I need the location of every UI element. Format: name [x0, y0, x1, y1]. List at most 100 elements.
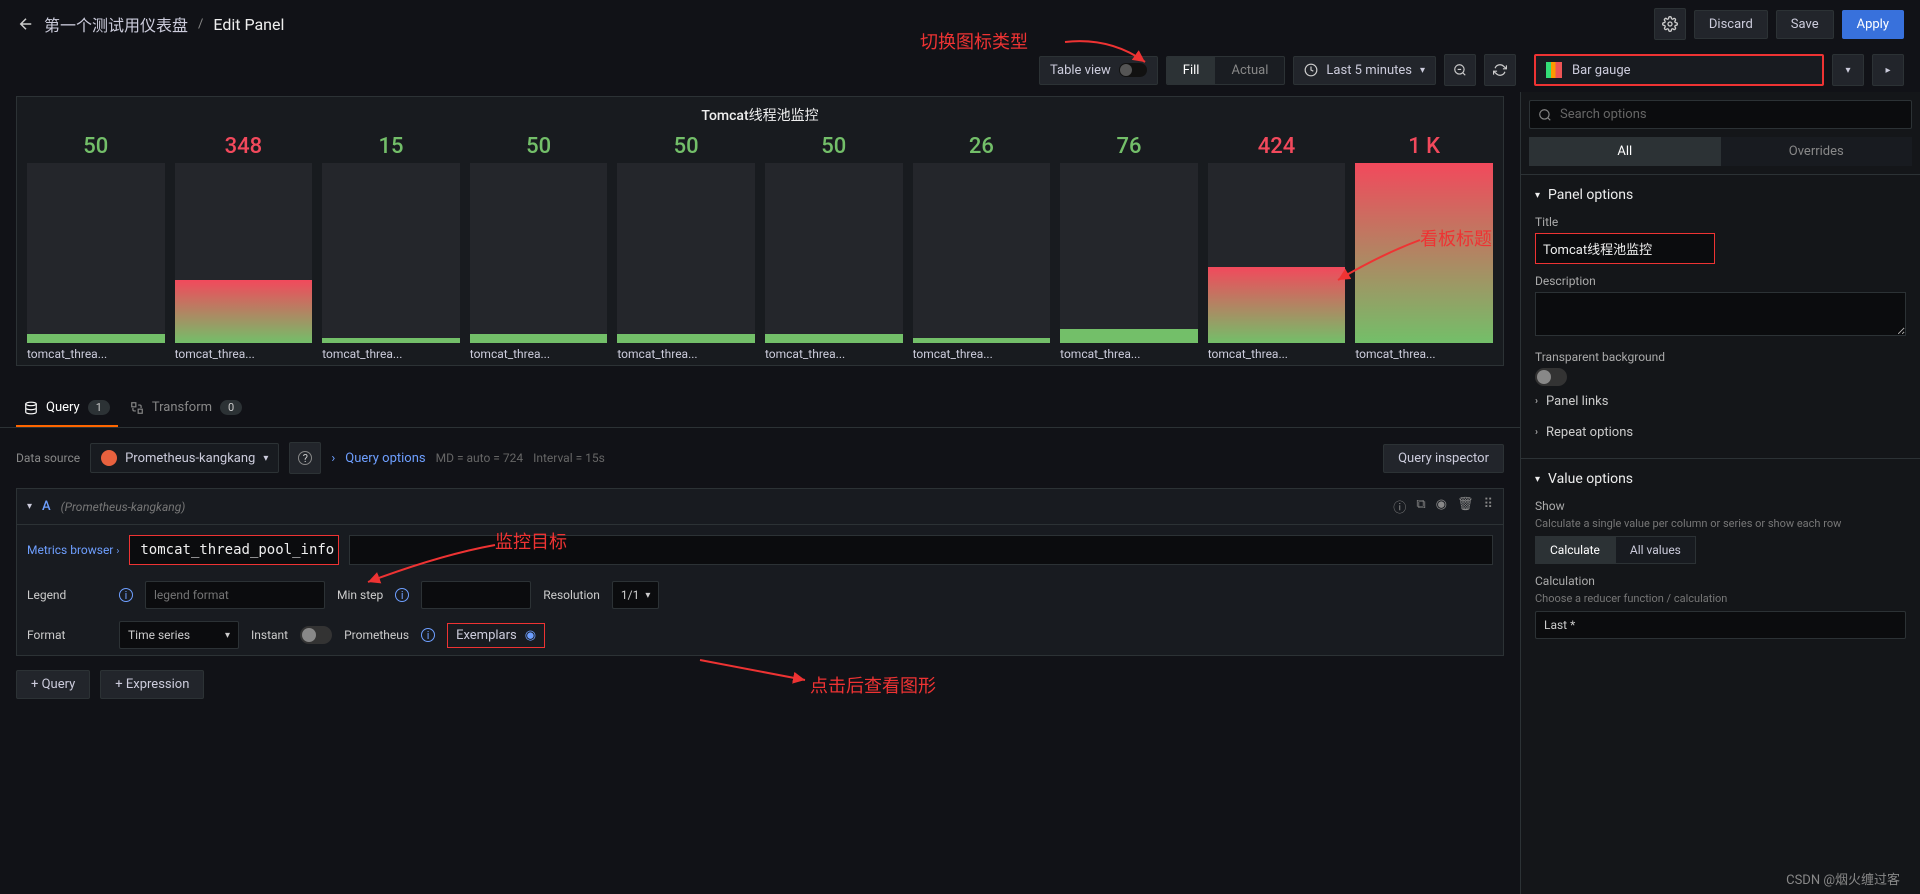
query-datasource-hint: (Prometheus-kangkang)	[61, 500, 186, 514]
apply-button[interactable]: Apply	[1842, 10, 1904, 39]
repeat-options-section[interactable]: ›Repeat options	[1535, 417, 1906, 448]
discard-button[interactable]: Discard	[1694, 10, 1768, 39]
query-delete-icon[interactable]: 🗑	[1457, 497, 1474, 516]
min-step-input[interactable]	[421, 581, 531, 609]
actual-option[interactable]: Actual	[1215, 57, 1284, 84]
back-arrow-icon[interactable]	[16, 14, 36, 34]
show-label: Show	[1535, 499, 1906, 513]
zoom-out-button[interactable]	[1444, 54, 1476, 86]
query-inspector-button[interactable]: Query inspector	[1383, 444, 1504, 473]
gauge-value: 424	[1258, 134, 1296, 159]
legend-help-icon[interactable]: i	[119, 588, 133, 602]
time-range-picker[interactable]: Last 5 minutes ▾	[1293, 56, 1436, 85]
show-calculate-option[interactable]: Calculate	[1535, 536, 1615, 564]
gauge-value: 76	[1116, 134, 1141, 159]
format-select[interactable]: Time series ▾	[119, 621, 239, 649]
tab-all[interactable]: All	[1529, 137, 1721, 166]
viz-picker-expand[interactable]: ▸	[1872, 54, 1904, 86]
search-placeholder: Search options	[1560, 107, 1647, 122]
resolution-select[interactable]: 1/1 ▾	[612, 581, 659, 609]
transparent-label: Transparent background	[1535, 350, 1906, 364]
query-letter: A	[42, 499, 51, 514]
table-view-toggle[interactable]: Table view	[1039, 56, 1158, 85]
tab-transform[interactable]: Transform 0	[122, 390, 250, 427]
metrics-browser-link[interactable]: Metrics browser ›	[27, 543, 119, 557]
settings-button[interactable]	[1654, 8, 1686, 40]
collapse-query-icon[interactable]: ▾	[27, 501, 32, 512]
visualization-picker[interactable]: Bar gauge	[1534, 54, 1824, 86]
query-interval-info: Interval = 15s	[533, 451, 605, 465]
database-icon	[24, 401, 38, 415]
gauge-bar: 424 tomcat_threa...	[1208, 134, 1346, 361]
instant-label: Instant	[251, 628, 288, 642]
gauge-label: tomcat_threa...	[1060, 347, 1198, 361]
add-query-button[interactable]: + Query	[16, 670, 90, 699]
datasource-label: Data source	[16, 451, 80, 465]
min-step-help-icon[interactable]: i	[395, 588, 409, 602]
watermark: CSDN @烟火缠过客	[1786, 869, 1900, 888]
time-range-label: Last 5 minutes	[1326, 63, 1412, 78]
chevron-down-icon: ▾	[263, 453, 268, 464]
gauge-bar: 50 tomcat_threa...	[617, 134, 755, 361]
gauge-label: tomcat_threa...	[175, 347, 313, 361]
tab-transform-label: Transform	[152, 400, 212, 415]
chevron-right-icon: ›	[331, 451, 335, 466]
refresh-button[interactable]	[1484, 54, 1516, 86]
tab-query[interactable]: Query 1	[16, 390, 118, 427]
query-options-link[interactable]: Query options	[345, 451, 425, 466]
bar-gauge-icon	[1546, 62, 1562, 78]
gauge-bar: 76 tomcat_threa...	[1060, 134, 1198, 361]
query-row: ▾ A (Prometheus-kangkang) ⓘ ⧉ ◉ 🗑 ⠿ Metr…	[16, 488, 1504, 656]
gauge-bar: 50 tomcat_threa...	[765, 134, 903, 361]
breadcrumb-current: Edit Panel	[213, 15, 284, 34]
visualization-label: Bar gauge	[1572, 63, 1631, 78]
format-label: Format	[27, 628, 107, 642]
query-md-info: MD = auto = 724	[436, 451, 523, 465]
exemplars-eye-icon[interactable]: ◉	[525, 628, 536, 643]
calculation-select[interactable]: Last *	[1535, 611, 1906, 639]
legend-input[interactable]	[145, 581, 325, 609]
calculation-help: Choose a reducer function / calculation	[1535, 592, 1906, 605]
panel-preview: Tomcat线程池监控 50 tomcat_threa...348 tomcat…	[16, 96, 1504, 366]
panel-options-section[interactable]: ▾Panel options	[1535, 185, 1906, 205]
min-step-label: Min step	[337, 588, 383, 602]
gauge-bar: 50 tomcat_threa...	[470, 134, 608, 361]
tab-overrides[interactable]: Overrides	[1721, 137, 1913, 166]
gauge-value: 15	[378, 134, 403, 159]
exemplars-toggle-box: Exemplars ◉	[447, 623, 545, 648]
query-expression-input[interactable]: tomcat_thread_pool_info	[129, 535, 339, 565]
search-options-input[interactable]: Search options	[1529, 100, 1912, 129]
gauge-value: 26	[969, 134, 994, 159]
query-drag-handle-icon[interactable]: ⠿	[1483, 497, 1493, 516]
query-help-icon[interactable]: ⓘ	[1393, 497, 1406, 516]
description-field-label: Description	[1535, 274, 1906, 288]
breadcrumb-dashboard[interactable]: 第一个测试用仪表盘	[44, 12, 188, 36]
panel-links-section[interactable]: ›Panel links	[1535, 386, 1906, 417]
panel-title-input[interactable]	[1535, 233, 1715, 264]
datasource-select[interactable]: Prometheus-kangkang ▾	[90, 443, 279, 473]
show-all-values-option[interactable]: All values	[1615, 536, 1696, 564]
tab-query-count: 1	[88, 400, 110, 415]
gauge-label: tomcat_threa...	[913, 347, 1051, 361]
datasource-help-button[interactable]: ?	[289, 442, 321, 474]
clock-icon	[1304, 63, 1318, 77]
viz-picker-chevron[interactable]: ▾	[1832, 54, 1864, 86]
gauge-value: 50	[83, 134, 108, 159]
value-options-section[interactable]: ▾Value options	[1535, 469, 1906, 489]
show-help: Calculate a single value per column or s…	[1535, 517, 1906, 530]
table-view-switch[interactable]	[1119, 63, 1147, 77]
instant-toggle[interactable]	[300, 626, 332, 644]
add-expression-button[interactable]: + Expression	[100, 670, 204, 699]
query-toggle-visibility-icon[interactable]: ◉	[1436, 497, 1447, 516]
fill-option[interactable]: Fill	[1167, 57, 1216, 84]
exemplars-label: Exemplars	[456, 628, 517, 643]
transparent-toggle[interactable]	[1535, 368, 1567, 386]
prometheus-icon	[101, 450, 117, 466]
gauge-label: tomcat_threa...	[765, 347, 903, 361]
save-button[interactable]: Save	[1776, 10, 1834, 39]
tab-transform-count: 0	[220, 400, 242, 415]
tab-query-label: Query	[46, 400, 80, 415]
query-duplicate-icon[interactable]: ⧉	[1416, 497, 1425, 516]
panel-description-input[interactable]	[1535, 292, 1906, 336]
prometheus-help-icon[interactable]: i	[421, 628, 435, 642]
